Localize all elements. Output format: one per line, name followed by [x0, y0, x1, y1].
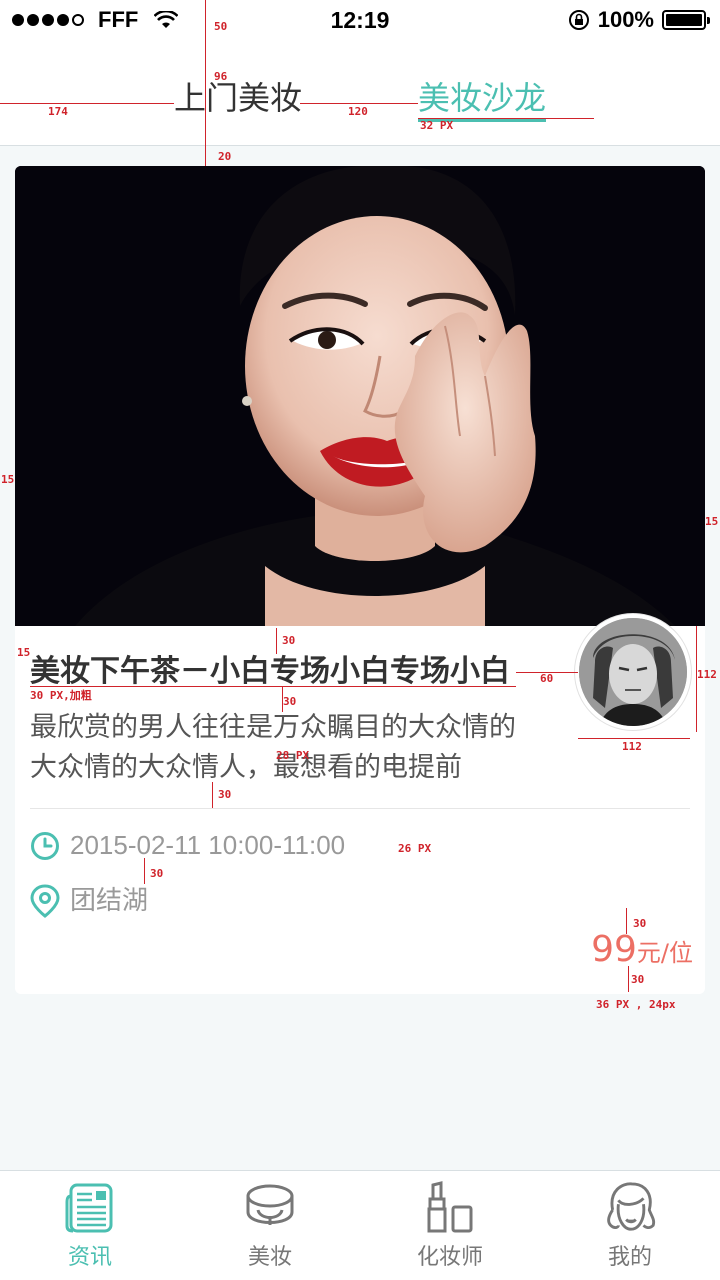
- nav-makeup-label: 美妆: [247, 1244, 292, 1270]
- nav-news[interactable]: 资讯: [0, 1171, 180, 1280]
- spec-line: [578, 738, 690, 739]
- status-right: 100%: [568, 7, 710, 33]
- spec-line: [212, 782, 213, 808]
- spec-label: 30: [633, 917, 647, 930]
- spec-label: 26 PX: [398, 842, 432, 855]
- spec-label: 28 PX: [276, 749, 310, 762]
- spec-label: 120: [348, 105, 368, 118]
- spec-label: 15: [705, 515, 719, 528]
- status-left: FFF: [12, 7, 179, 33]
- makeup-artist-avatar[interactable]: [575, 614, 691, 730]
- spec-line: [0, 103, 174, 104]
- nav-profile-label: 我的: [607, 1244, 652, 1270]
- event-location-row: 团结湖: [30, 880, 149, 918]
- signal-dots-icon: [12, 14, 84, 26]
- spec-label: 96: [214, 70, 228, 83]
- spec-label: 20: [218, 150, 232, 163]
- spec-label: 32 PX: [420, 119, 454, 132]
- spec-line: [300, 103, 418, 104]
- status-bar: FFF 12:19 100%: [0, 0, 720, 40]
- spec-label: 60: [540, 672, 554, 685]
- wifi-icon: [154, 11, 179, 28]
- spec-label: 15: [1, 473, 15, 486]
- event-time-row: 2015-02-11 10:00-11:00: [30, 830, 345, 861]
- profile-face-icon: [603, 1181, 657, 1235]
- spec-label: 30: [150, 867, 164, 880]
- lipstick-icon: [423, 1180, 477, 1235]
- rotation-lock-icon: [568, 10, 589, 30]
- bottom-nav: 资讯 美妆 化妆师 我的: [0, 1170, 720, 1280]
- nav-makeup-artist[interactable]: 化妆师: [360, 1171, 540, 1280]
- event-description: 最欣赏的男人往往是万众瞩目的大众情的大众情的大众情人，最想看的电提前: [30, 712, 516, 783]
- spec-label: 50: [214, 20, 228, 33]
- event-title[interactable]: 美妆下午茶－小白专场小白专场小白: [30, 654, 520, 690]
- event-datetime: 2015-02-11 10:00-11:00: [70, 830, 346, 860]
- spec-label: 112: [622, 740, 642, 753]
- spec-label: 30 PX,加粗: [30, 689, 92, 702]
- tab-makeup-salon[interactable]: 美妆沙龙: [418, 78, 547, 122]
- nav-makeup[interactable]: 美妆: [180, 1171, 360, 1280]
- battery-percent: 100%: [597, 7, 654, 32]
- card-divider: [30, 808, 690, 809]
- spec-label: 30: [282, 634, 296, 647]
- spec-label: 174: [48, 105, 68, 118]
- nav-makeup-artist-label: 化妆师: [416, 1244, 483, 1270]
- spec-line: [276, 628, 277, 654]
- news-icon: [63, 1181, 117, 1235]
- event-card[interactable]: 美妆下午茶－小白专场小白专场小白 最欣赏的男人往往是万众瞩目的大众情的大众情的大…: [15, 166, 705, 994]
- price-unit: 元/位: [636, 939, 693, 967]
- spec-line: [628, 966, 629, 992]
- spec-label: 30: [283, 695, 297, 708]
- spec-label: 15: [17, 646, 31, 659]
- spec-label: 30: [218, 788, 232, 801]
- nav-news-label: 资讯: [67, 1244, 112, 1270]
- clock-icon: [30, 831, 60, 861]
- carrier-name: FFF: [98, 7, 139, 32]
- location-pin-icon: [30, 883, 60, 918]
- event-price: 99元/位: [591, 928, 693, 975]
- nav-profile[interactable]: 我的: [540, 1171, 720, 1280]
- event-location: 团结湖: [70, 886, 149, 916]
- tab-home-makeup[interactable]: 上门美妆: [174, 78, 302, 118]
- spec-label: 112: [697, 668, 717, 681]
- spec-line: [626, 908, 627, 934]
- battery-icon: [662, 10, 710, 30]
- compact-powder-icon: [243, 1181, 297, 1235]
- spec-label: 36 PX , 24px: [596, 998, 676, 1011]
- price-value: 99: [591, 929, 637, 970]
- spec-label: 30: [631, 973, 645, 986]
- hero-image: [15, 166, 705, 626]
- spec-line: [205, 0, 206, 166]
- top-tab-bar: 上门美妆 美妆沙龙: [0, 40, 720, 146]
- spec-line: [30, 686, 516, 687]
- spec-line: [144, 858, 145, 884]
